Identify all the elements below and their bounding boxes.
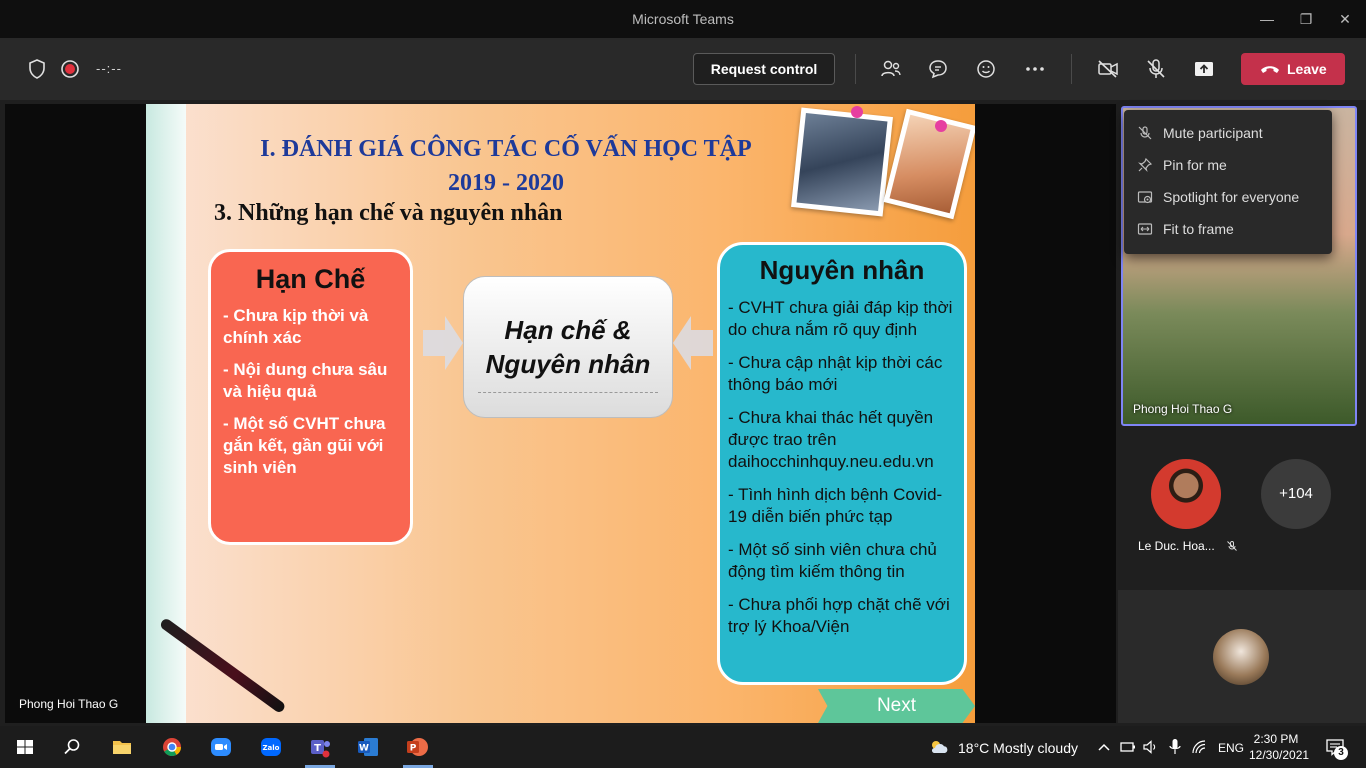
svg-text:P: P [410, 744, 417, 754]
microphone-off-icon[interactable] [1144, 57, 1168, 81]
arrow-right-icon [423, 316, 463, 370]
toolbar-divider [1071, 54, 1072, 84]
menu-item-spotlight[interactable]: Spotlight for everyone [1124, 181, 1332, 213]
push-pin-icon [851, 106, 863, 118]
window-title: Microsoft Teams [632, 11, 734, 27]
close-icon[interactable]: ✕ [1330, 8, 1360, 30]
svg-text:Zalo: Zalo [262, 744, 279, 752]
file-explorer-icon[interactable] [109, 735, 135, 759]
system-clock[interactable]: 2:30 PM 12/30/2021 [1249, 731, 1310, 763]
shared-screen-stage[interactable]: I. ĐÁNH GIÁ CÔNG TÁC CỐ VẤN HỌC TẬP 2019… [5, 104, 1116, 723]
weather-text[interactable]: 18°C Mostly cloudy [958, 740, 1078, 756]
summary-line1: Hạn chế & [504, 315, 632, 345]
spotlight-icon [1137, 191, 1153, 204]
limitations-title: Hạn Chế [255, 264, 366, 294]
tile-participant-name: Phong Hoi Thao G [1133, 402, 1233, 416]
toolbar-divider [855, 54, 856, 84]
participant-context-menu: Mute participant Pin for me Spotlight fo… [1124, 110, 1332, 254]
zalo-icon[interactable]: Zalo [258, 735, 284, 759]
limitation-item: - Nội dung chưa sâu và hiệu quả [223, 360, 388, 401]
slide-heading: I. ĐÁNH GIÁ CÔNG TÁC CỐ VẤN HỌC TẬP 2019… [206, 132, 806, 200]
causes-title: Nguyên nhân [759, 255, 925, 285]
notifications-count: 3 [1334, 746, 1348, 760]
meeting-timer: --:-- [96, 61, 122, 76]
slide-subheading: 3. Những hạn chế và nguyên nhân [214, 200, 563, 226]
cause-item: - Chưa phối hợp chặt chẽ với trợ lý Khoa… [728, 595, 950, 636]
cause-item: - Chưa cập nhật kịp thời các thông báo m… [728, 353, 943, 394]
windows-start-icon[interactable] [12, 735, 38, 759]
child-photo [883, 108, 975, 220]
chevron-up-icon[interactable] [1097, 735, 1111, 759]
menu-item-fit-to-frame[interactable]: Fit to frame [1124, 213, 1332, 245]
reactions-icon[interactable] [974, 57, 998, 81]
windows-taskbar: Zalo T W P 18°C Mostly cloudy ENG 2:30 P… [0, 726, 1366, 768]
more-options-icon[interactable] [1023, 57, 1047, 81]
participant-name: Le Duc. Hoa... [1138, 539, 1238, 553]
menu-item-mute-participant[interactable]: Mute participant [1124, 117, 1332, 149]
group-photo [791, 107, 893, 217]
search-icon[interactable] [59, 735, 85, 759]
presenter-name: Phong Hoi Thao G [19, 697, 119, 711]
teams-icon[interactable]: T [307, 735, 333, 759]
cause-item: - Chưa khai thác hết quyền được trao trê… [728, 408, 934, 471]
camera-off-icon[interactable] [1096, 57, 1120, 81]
chrome-icon[interactable] [159, 735, 185, 759]
svg-text:W: W [359, 744, 369, 754]
request-control-button[interactable]: Request control [693, 53, 835, 85]
summary-line2: Nguyên nhân [485, 349, 651, 379]
summary-divider [478, 392, 658, 393]
recording-icon [61, 60, 79, 78]
microphone-icon[interactable] [1166, 735, 1184, 759]
meeting-toolbar: --:-- Request control Leave [0, 38, 1366, 100]
powerpoint-icon[interactable]: P [404, 735, 430, 759]
weather-cloudy-icon[interactable] [926, 735, 952, 759]
svg-text:T: T [314, 743, 321, 754]
clock-date: 12/30/2021 [1249, 748, 1310, 762]
speaker-icon[interactable] [1142, 735, 1160, 759]
menu-item-label: Fit to frame [1163, 221, 1234, 237]
input-language[interactable]: ENG [1218, 741, 1244, 755]
slide-heading-line1: I. ĐÁNH GIÁ CÔNG TÁC CỐ VẤN HỌC TẬP [260, 136, 752, 162]
chat-icon[interactable] [926, 57, 950, 81]
minimize-icon[interactable]: — [1252, 8, 1282, 30]
limitation-item: - Một số CVHT chưa gắn kết, gần gũi với … [223, 414, 386, 477]
menu-item-label: Pin for me [1163, 157, 1227, 173]
menu-item-label: Mute participant [1163, 125, 1263, 141]
arrow-left-icon [673, 316, 713, 370]
zoom-icon[interactable] [208, 735, 234, 759]
menu-item-pin-for-me[interactable]: Pin for me [1124, 149, 1332, 181]
battery-icon[interactable] [1119, 735, 1137, 759]
maximize-icon[interactable]: ❐ [1291, 8, 1321, 30]
push-pin-icon [935, 120, 947, 132]
leave-label: Leave [1287, 61, 1327, 77]
title-bar: Microsoft Teams — ❐ ✕ [0, 0, 1366, 38]
share-screen-icon[interactable] [1192, 57, 1216, 81]
more-participants-button[interactable]: +104 [1261, 459, 1331, 529]
shield-icon[interactable] [25, 57, 49, 81]
pin-icon [1138, 157, 1153, 172]
summary-box: Hạn chế & Nguyên nhân [463, 276, 673, 418]
cause-item: - CVHT chưa giải đáp kịp thời do chưa nắ… [728, 298, 953, 339]
limitation-item: - Chưa kịp thời và chính xác [223, 306, 369, 347]
word-icon[interactable]: W [355, 735, 381, 759]
microphone-off-icon [1138, 126, 1152, 140]
cause-item: - Một số sinh viên chưa chủ động tìm kiế… [728, 540, 937, 581]
cause-item: - Tình hình dịch bệnh Covid-19 diễn biến… [728, 485, 943, 526]
leave-button[interactable]: Leave [1241, 53, 1345, 85]
limitations-box: Hạn Chế - Chưa kịp thời và chính xác - N… [208, 249, 413, 545]
microphone-off-icon [1227, 541, 1237, 551]
next-slide-button[interactable]: Next [818, 689, 975, 723]
presentation-slide: I. ĐÁNH GIÁ CÔNG TÁC CỐ VẤN HỌC TẬP 2019… [146, 104, 975, 723]
participant-avatar[interactable] [1213, 629, 1269, 685]
fit-to-frame-icon [1137, 223, 1153, 235]
slide-heading-line2: 2019 - 2020 [448, 170, 564, 196]
people-icon[interactable] [879, 57, 903, 81]
menu-item-label: Spotlight for everyone [1163, 189, 1300, 205]
causes-box: Nguyên nhân - CVHT chưa giải đáp kịp thờ… [717, 242, 967, 685]
wifi-icon[interactable] [1190, 735, 1208, 759]
clock-time: 2:30 PM [1253, 732, 1299, 746]
participant-avatar[interactable] [1151, 459, 1221, 529]
phone-hangup-icon [1261, 66, 1279, 73]
